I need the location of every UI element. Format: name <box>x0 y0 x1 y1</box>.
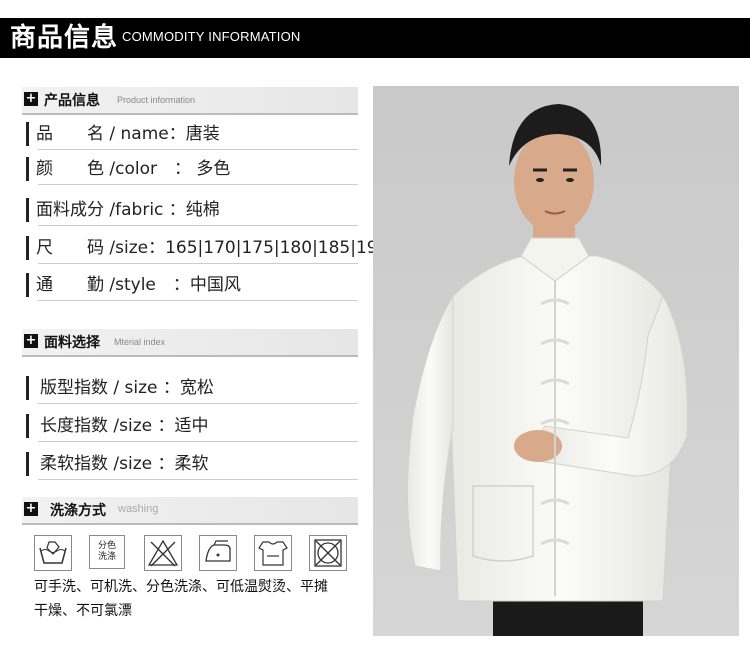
header-title-en: COMMODITY INFORMATION <box>122 29 301 44</box>
row-marker <box>26 157 29 181</box>
row-marker <box>26 414 29 438</box>
material-header: + 面料选择 Mterial index <box>22 329 358 357</box>
plus-icon: + <box>24 501 38 516</box>
row-divider <box>38 479 358 480</box>
row-divider <box>38 149 358 150</box>
no-bleach-icon <box>144 535 182 571</box>
material-row-text: 版型指数 / size ：宽松 <box>40 378 214 398</box>
info-row-text: 品 名 / name：唐装 <box>36 124 220 144</box>
row-divider <box>38 441 358 442</box>
material-subtitle: Mterial index <box>114 337 166 347</box>
row-marker <box>26 198 29 222</box>
product-info-header: + 产品信息 Product information <box>22 87 358 115</box>
row-divider <box>38 263 358 264</box>
material-title: 面料选择 <box>44 335 100 351</box>
row-marker <box>26 452 29 476</box>
flat-dry-icon <box>254 535 292 571</box>
row-marker <box>26 236 29 260</box>
info-row-text: 尺 码 /size：165|170|175|180|185|190 <box>36 238 389 258</box>
row-divider <box>38 403 358 404</box>
low-iron-icon <box>199 535 237 571</box>
header-title-cn: 商品信息 <box>10 23 119 53</box>
separate-wash-label-1: 分色 <box>97 541 116 551</box>
material-row-text: 长度指数 /size ：适中 <box>40 416 209 436</box>
washing-header: + 洗涤方式 washing <box>22 497 358 525</box>
plus-icon: + <box>24 91 38 106</box>
washing-description-line-2: 干燥、不可氯漂 <box>34 603 132 619</box>
material-row-text: 柔软指数 /size ：柔软 <box>40 454 209 474</box>
washing-title: 洗涤方式 <box>50 503 106 519</box>
row-marker <box>26 122 29 146</box>
product-photo <box>373 86 739 636</box>
product-info-title: 产品信息 <box>44 93 100 109</box>
row-divider <box>38 300 358 301</box>
info-row-text: 颜 色 /color ： 多色 <box>36 159 231 179</box>
hand-wash-icon <box>34 535 72 571</box>
washing-description-line-1: 可手洗、可机洗、分色洗涤、可低温熨烫、平摊 <box>34 579 328 595</box>
plus-icon: + <box>24 333 38 348</box>
separate-wash-label-2: 洗涤 <box>97 552 116 562</box>
header-bar: 商品信息 COMMODITY INFORMATION <box>0 18 750 58</box>
row-divider <box>38 184 358 185</box>
washing-subtitle: washing <box>118 503 159 515</box>
info-row-text: 面料成分 /fabric ：纯棉 <box>36 200 220 220</box>
separate-wash-icon: 分色 洗涤 <box>89 535 125 569</box>
info-row-text: 通 勤 /style ：中国风 <box>36 275 241 295</box>
no-chlorine-icon <box>309 535 347 571</box>
row-divider <box>38 225 358 226</box>
row-marker <box>26 273 29 297</box>
row-marker <box>26 376 29 400</box>
product-info-subtitle: Product information <box>117 95 196 105</box>
